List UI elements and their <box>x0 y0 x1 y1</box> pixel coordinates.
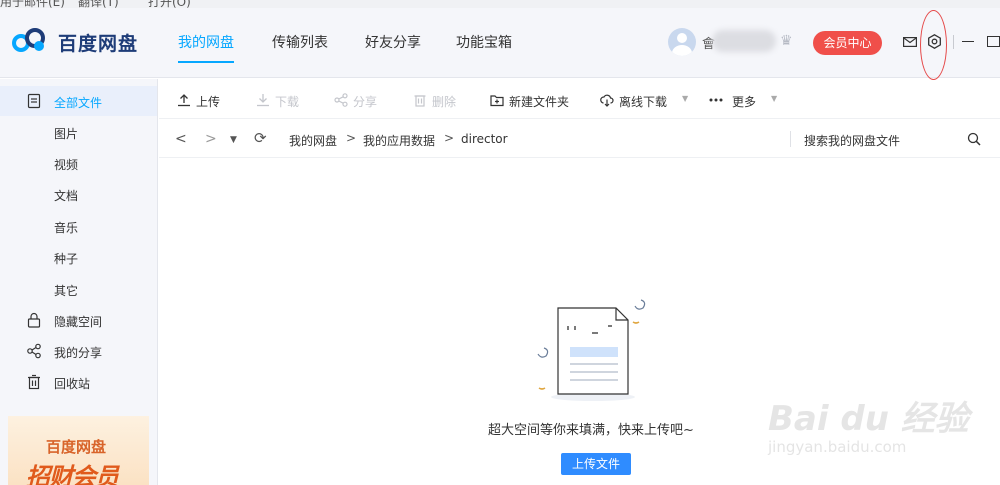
cloud-logo-icon <box>12 28 45 52</box>
promo-title: 百度网盘 <box>46 438 107 456</box>
cloud-download-icon <box>600 94 614 107</box>
sidebar-item-my-shares[interactable]: 我的分享 <box>0 336 157 366</box>
forward-icon[interactable]: > <box>205 131 217 147</box>
sidebar-item-label: 图片 <box>54 127 79 141</box>
offline-download-button[interactable]: 离线下载 <box>600 93 670 109</box>
delete-button[interactable]: 删除 <box>413 93 463 109</box>
menu-strip-item[interactable]: 翻译(T) <box>78 0 119 8</box>
trash-icon <box>414 95 426 107</box>
promo-banner[interactable]: 百度网盘 招财会员 <box>8 416 149 485</box>
sidebar-item-hidden-space[interactable]: 隐藏空间 <box>0 305 157 335</box>
more-dropdown-icon[interactable]: ▼ <box>771 94 777 103</box>
breadcrumb-separator: > <box>346 131 357 145</box>
sidebar-item-other[interactable]: 其它 <box>0 274 157 304</box>
empty-document-illustration <box>537 299 646 401</box>
watermark-url: jingyan.baidu.com <box>768 438 907 456</box>
sidebar-item-label: 音乐 <box>54 221 79 235</box>
app-header: 百度网盘 我的网盘 传输列表 好友分享 功能宝箱 會 ♛ 会员中心 <box>0 8 1000 80</box>
watermark-logo-text: Bai du 经验 <box>768 399 969 439</box>
sidebar-item-label: 隐藏空间 <box>54 315 103 329</box>
upload-label: 上传 <box>196 95 221 109</box>
sidebar-item-all-files[interactable]: 全部文件 <box>0 86 157 116</box>
username-redaction <box>712 30 776 52</box>
trash-icon <box>28 374 40 390</box>
breadcrumb-separator: > <box>444 131 455 145</box>
download-icon <box>257 94 269 107</box>
avatar[interactable] <box>668 28 696 56</box>
minimize-icon[interactable] <box>962 41 974 42</box>
share-icon <box>334 93 348 107</box>
new-folder-icon <box>490 95 504 107</box>
tab-friend-share[interactable]: 好友分享 <box>365 32 421 52</box>
more-dots-icon <box>709 98 723 102</box>
new-folder-button[interactable]: 新建文件夹 <box>490 93 570 109</box>
sidebar-item-images[interactable]: 图片 <box>0 117 157 147</box>
sidebar-item-torrents[interactable]: 种子 <box>0 242 157 272</box>
sidebar-item-recycle-bin[interactable]: 回收站 <box>0 367 157 397</box>
history-dropdown-icon[interactable]: ▼ <box>230 135 237 145</box>
menu-strip-item[interactable]: 打开(O) <box>148 0 191 8</box>
sidebar-item-label: 我的分享 <box>54 346 103 360</box>
new-folder-label: 新建文件夹 <box>509 95 570 109</box>
sidebar-item-label: 其它 <box>54 284 79 298</box>
baidu-netdisk-logo[interactable]: 百度网盘 <box>11 26 137 55</box>
search-input[interactable]: 搜索我的网盘文件 <box>804 132 900 149</box>
breadcrumb-app-data[interactable]: 我的应用数据 <box>363 132 435 149</box>
more-label: 更多 <box>732 95 757 109</box>
tab-my-netdisk[interactable]: 我的网盘 <box>178 32 234 63</box>
tab-toolbox[interactable]: 功能宝箱 <box>456 32 512 52</box>
promo-slogan: 招财会员 <box>26 463 119 485</box>
highlight-oval <box>920 10 947 80</box>
logo-text: 百度网盘 <box>58 33 139 55</box>
sidebar-item-label: 种子 <box>54 252 79 266</box>
download-button[interactable]: 下载 <box>256 93 306 109</box>
crown-icon[interactable]: ♛ <box>780 33 793 49</box>
upload-button[interactable]: 上传 <box>177 93 227 109</box>
lock-icon <box>27 312 41 328</box>
download-label: 下载 <box>275 95 300 109</box>
share-button[interactable]: 分享 <box>334 93 384 109</box>
sidebar-item-documents[interactable]: 文档 <box>0 179 157 209</box>
refresh-icon[interactable]: ⟳ <box>254 129 267 147</box>
delete-label: 删除 <box>432 95 457 109</box>
menu-strip: 用于邮件(E) 翻译(T) 打开(O) <box>0 0 1000 8</box>
breadcrumb-my-netdisk[interactable]: 我的网盘 <box>289 132 337 149</box>
sidebar: 全部文件 图片 视频 文档 音乐 种子 其它 隐藏空间 我的分享 回收站 百度网… <box>0 79 158 485</box>
upload-icon <box>178 94 190 107</box>
share-icon <box>27 343 41 359</box>
path-bar: < > ▼ ⟳ 我的网盘 > 我的应用数据 > director 搜索我的网盘文… <box>159 118 1000 158</box>
sidebar-item-music[interactable]: 音乐 <box>0 211 157 241</box>
upload-file-button[interactable]: 上传文件 <box>561 453 631 475</box>
menu-strip-item[interactable]: 用于邮件(E) <box>0 0 65 8</box>
sidebar-item-label: 回收站 <box>54 377 91 391</box>
baidu-jingyan-watermark: Bai du 经验 jingyan.baidu.com <box>768 385 969 465</box>
tab-transfer-list[interactable]: 传输列表 <box>272 32 328 52</box>
back-icon[interactable]: < <box>175 131 187 147</box>
empty-state-message: 超大空间等你来填满，快来上传吧~ <box>488 423 694 438</box>
sidebar-item-label: 视频 <box>54 158 79 172</box>
offline-download-label: 离线下载 <box>619 95 668 109</box>
mail-icon[interactable] <box>903 37 917 47</box>
offline-download-dropdown-icon[interactable]: ▼ <box>682 94 688 103</box>
file-list-icon <box>27 93 41 109</box>
sidebar-item-label: 全部文件 <box>54 96 103 110</box>
vip-center-button[interactable]: 会员中心 <box>813 31 882 55</box>
breadcrumb-director[interactable]: director <box>461 132 508 146</box>
share-label: 分享 <box>353 95 378 109</box>
search-divider <box>790 131 791 147</box>
more-button[interactable]: 更多 <box>709 93 759 109</box>
divider <box>953 35 954 49</box>
sidebar-item-label: 文档 <box>54 189 79 203</box>
sidebar-item-videos[interactable]: 视频 <box>0 148 157 178</box>
maximize-icon[interactable] <box>987 36 1000 47</box>
search-icon[interactable] <box>967 132 981 146</box>
